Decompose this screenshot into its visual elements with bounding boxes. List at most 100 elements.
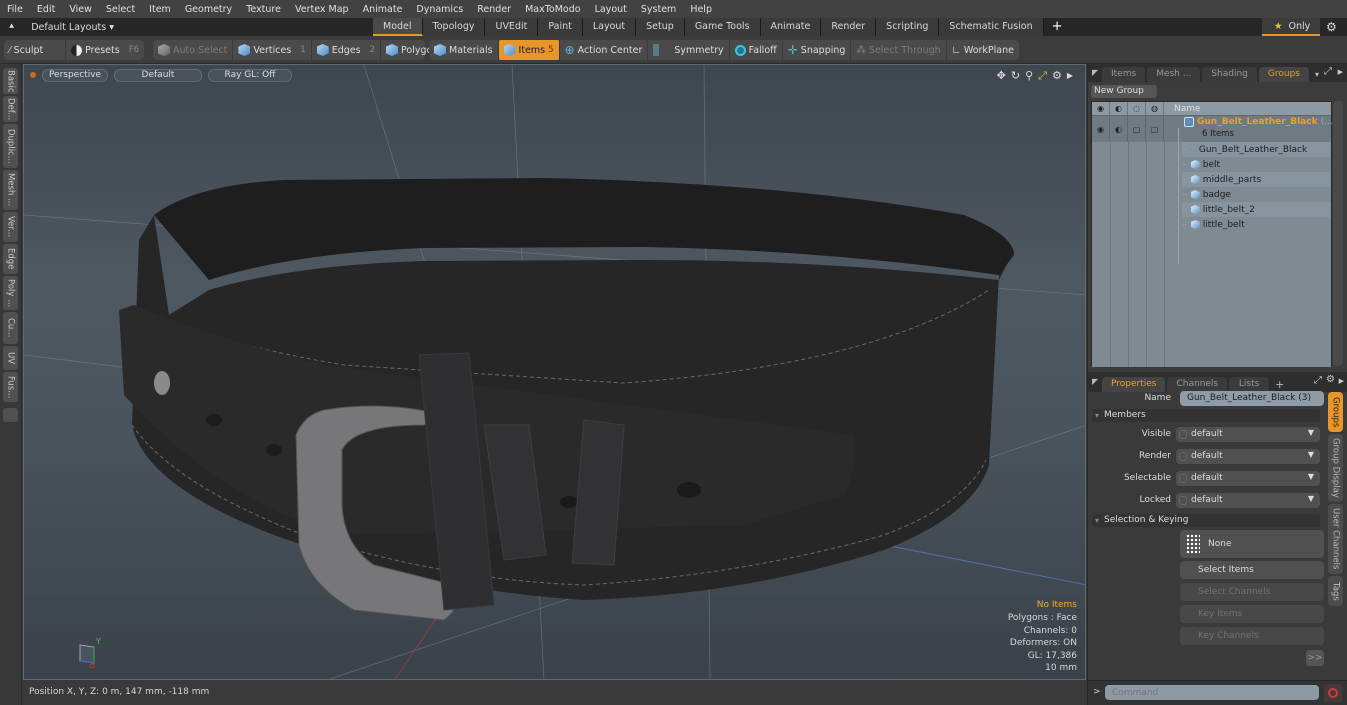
panel-menu-icon[interactable]: ◤	[1092, 68, 1098, 77]
lock-icon[interactable]	[1179, 473, 1187, 483]
select-items-button[interactable]: Select Items	[1180, 561, 1324, 579]
maximize-icon[interactable]: ⤢	[1038, 69, 1047, 83]
group-lock-toggle[interactable]: ▢	[1146, 116, 1164, 142]
menu-edit[interactable]: Edit	[30, 4, 62, 15]
locked-dropdown[interactable]: default ▼	[1176, 492, 1320, 508]
lock-icon[interactable]	[1179, 429, 1187, 439]
materials-button[interactable]: Materials	[429, 40, 499, 60]
expand-arrow-icon[interactable]: ▶	[1067, 69, 1073, 83]
groups-scrollbar[interactable]	[1333, 101, 1343, 366]
left-tab-duplicate[interactable]: Duplic...	[3, 124, 18, 168]
selectable-dropdown[interactable]: default ▼	[1176, 470, 1320, 486]
tab-scripting[interactable]: Scripting	[876, 18, 940, 36]
key-items-button[interactable]: Key Items	[1180, 605, 1324, 623]
falloff-button[interactable]: Falloff	[730, 40, 783, 60]
menu-layout[interactable]: Layout	[588, 4, 634, 15]
edges-button[interactable]: Edges 2	[312, 40, 381, 60]
zoom-icon[interactable]: ⚲	[1025, 69, 1033, 83]
selection-keying-section[interactable]: Selection & Keying	[1092, 514, 1320, 527]
left-tab-uv[interactable]: UV	[3, 346, 18, 370]
command-input[interactable]	[1105, 685, 1319, 700]
member-row[interactable]: – little_belt_2	[1182, 202, 1331, 217]
collapse-arrow-icon[interactable]: ⯅	[8, 22, 15, 32]
key-channels-button[interactable]: Key Channels	[1180, 627, 1324, 645]
left-tab-vertex[interactable]: Ver...	[3, 212, 18, 242]
lock-icon[interactable]	[1179, 451, 1187, 461]
menu-item[interactable]: Item	[142, 4, 178, 15]
pan-icon[interactable]: ✥	[997, 69, 1006, 83]
left-tab-edge[interactable]: Edge	[3, 244, 18, 274]
menu-render[interactable]: Render	[470, 4, 518, 15]
side-tab-groups[interactable]: Groups	[1328, 392, 1343, 432]
more-button[interactable]: >>	[1306, 650, 1324, 666]
tab-render[interactable]: Render	[821, 18, 877, 36]
tab-game-tools[interactable]: Game Tools	[684, 18, 761, 36]
select-through-button[interactable]: ⁂ Select Through	[851, 40, 947, 60]
left-tab-polygon[interactable]: Poly ...	[3, 276, 18, 310]
side-tab-user-channels[interactable]: User Channels	[1328, 504, 1343, 574]
tab-uvedit[interactable]: UVEdit	[485, 18, 539, 36]
tab-paint[interactable]: Paint	[538, 18, 583, 36]
menu-file[interactable]: File	[0, 4, 30, 15]
tab-groups[interactable]: Groups	[1258, 67, 1309, 82]
left-tab-fusion[interactable]: Fus...	[3, 372, 18, 402]
viewport-gear-icon[interactable]: ⚙	[1052, 69, 1062, 83]
new-group-button[interactable]: New Group	[1091, 85, 1157, 98]
3d-viewport[interactable]: Perspective Default Ray GL: Off ✥ ↻ ⚲ ⤢ …	[23, 64, 1086, 680]
shading-dropdown[interactable]: Default	[114, 68, 202, 82]
menu-dynamics[interactable]: Dynamics	[409, 4, 470, 15]
lock-column-icon[interactable]: ◍	[1146, 102, 1164, 115]
gear-icon[interactable]: ⚙	[1326, 18, 1337, 36]
tab-shading[interactable]: Shading	[1202, 67, 1257, 82]
name-input[interactable]: Gun_Belt_Leather_Black (3)	[1180, 391, 1324, 406]
render-column-icon[interactable]: ◐	[1110, 102, 1128, 115]
menu-texture[interactable]: Texture	[239, 4, 288, 15]
menu-vertex-map[interactable]: Vertex Map	[288, 4, 356, 15]
left-tab-extra[interactable]	[3, 408, 18, 422]
vertices-button[interactable]: Vertices 1	[233, 40, 312, 60]
record-button[interactable]	[1324, 684, 1342, 702]
menu-help[interactable]: Help	[683, 4, 719, 15]
sculpt-button[interactable]: ⁄ Sculpt	[4, 40, 67, 60]
menu-select[interactable]: Select	[99, 4, 142, 15]
properties-arrow-icon[interactable]: ▶	[1339, 377, 1344, 385]
left-tab-mesh[interactable]: Mesh ...	[3, 170, 18, 210]
group-select-toggle[interactable]: ▢	[1128, 116, 1146, 142]
tabs-dropdown-icon[interactable]: ▾	[1315, 67, 1319, 82]
properties-menu-icon[interactable]: ◤	[1092, 377, 1098, 386]
tab-schematic-fusion[interactable]: Schematic Fusion	[939, 18, 1044, 36]
render-dropdown[interactable]: default ▼	[1176, 448, 1320, 464]
member-row[interactable]: – ⅄ Gun_Belt_Leather_Black	[1182, 142, 1331, 157]
tab-topology[interactable]: Topology	[422, 18, 486, 36]
group-visible-toggle[interactable]: ◉	[1092, 116, 1110, 142]
select-column-icon[interactable]: ◌	[1128, 102, 1146, 115]
menu-maxtomodo[interactable]: MaxToModo	[518, 4, 588, 15]
side-tab-tags[interactable]: Tags	[1328, 576, 1343, 606]
group-render-toggle[interactable]: ◐	[1110, 116, 1128, 142]
view-mode-dropdown[interactable]: Perspective	[42, 68, 108, 82]
only-toggle[interactable]: ★ Only	[1262, 18, 1320, 36]
left-tab-deform[interactable]: Def...	[3, 96, 18, 122]
action-center-button[interactable]: ⊕ Action Center	[560, 40, 649, 60]
member-row[interactable]: – belt	[1182, 157, 1331, 172]
side-tab-group-display[interactable]: Group Display	[1328, 434, 1343, 502]
auto-select-button[interactable]: Auto Select	[153, 40, 234, 60]
viewport-options-dot[interactable]	[30, 72, 36, 78]
menu-view[interactable]: View	[62, 4, 99, 15]
menu-geometry[interactable]: Geometry	[178, 4, 239, 15]
left-tab-curve[interactable]: Cu...	[3, 312, 18, 344]
snapping-button[interactable]: ✛ Snapping	[783, 40, 852, 60]
layout-dropdown[interactable]: ⯅ Default Layouts ▾	[8, 22, 114, 33]
lock-icon[interactable]	[1179, 495, 1187, 505]
workplane-button[interactable]: ∟ WorkPlane	[947, 40, 1019, 60]
rotate-icon[interactable]: ↻	[1011, 69, 1020, 83]
undock-icon[interactable]: ⤢	[1324, 66, 1332, 77]
visibility-column-icon[interactable]: ◉	[1092, 102, 1110, 115]
tab-model[interactable]: Model	[373, 18, 423, 36]
tab-items[interactable]: Items	[1102, 67, 1146, 82]
left-tab-basic[interactable]: Basic	[3, 68, 18, 94]
member-row[interactable]: – middle_parts	[1182, 172, 1331, 187]
select-channels-button[interactable]: Select Channels	[1180, 583, 1324, 601]
symmetry-button[interactable]: Symmetry	[648, 40, 730, 60]
menu-animate[interactable]: Animate	[356, 4, 410, 15]
